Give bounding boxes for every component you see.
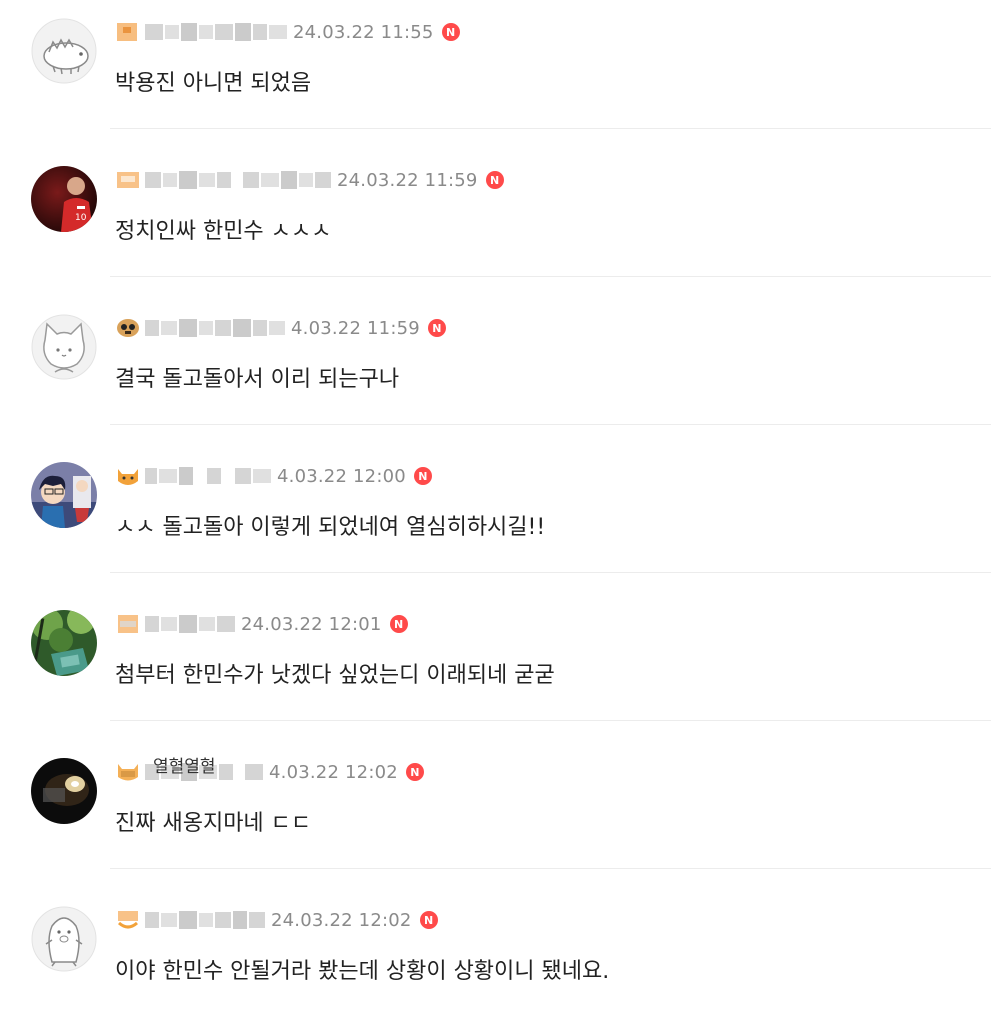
dragon-avatar[interactable] <box>31 18 97 84</box>
comment-item: 열혈열혈 4.03.22 12:02 N 진짜 새옹지마네 ㄷㄷ <box>0 740 991 888</box>
author-name-blurred[interactable] <box>145 613 237 635</box>
divider <box>110 276 991 277</box>
comment-meta: 4.03.22 12:00 N <box>115 463 432 489</box>
comment-item: 10 24.03.22 11:59 N 정치인싸 한민수 ㅅㅅㅅ <box>0 148 991 296</box>
new-badge: N <box>413 467 432 485</box>
comment-timestamp: 4.03.22 11:59 <box>291 317 420 339</box>
divider <box>110 128 991 129</box>
comment-timestamp: 4.03.22 12:02 <box>269 761 398 783</box>
comment-meta: 열혈열혈 4.03.22 12:02 N <box>115 757 424 785</box>
comment-item: 4.03.22 12:00 N ㅅㅅ 돌고돌아 이렇게 되었네여 열심히하시길!… <box>0 444 991 592</box>
penguin-avatar[interactable] <box>31 906 97 972</box>
comment-meta: 24.03.22 12:02 N <box>115 907 438 933</box>
orange-square-icon <box>117 172 139 188</box>
soccer-player-avatar[interactable]: 10 <box>31 166 97 232</box>
cat-face-icon <box>118 469 138 485</box>
author-name-blurred[interactable] <box>145 169 333 191</box>
dark-photo-avatar[interactable] <box>31 758 97 824</box>
comment-text: 박용진 아니면 되었음 <box>115 71 312 96</box>
new-badge: N <box>389 615 408 633</box>
comment-text: 정치인싸 한민수 ㅅㅅㅅ <box>115 219 332 244</box>
comment-meta: 4.03.22 11:59 N <box>115 315 446 341</box>
orange-square-icon <box>118 615 138 633</box>
author-name-partial: 열혈열혈 <box>153 757 216 777</box>
author-name-blurred[interactable] <box>145 21 289 43</box>
face-icon <box>117 319 139 337</box>
green-photo-avatar[interactable] <box>31 610 97 676</box>
author-name-blurred[interactable] <box>145 465 273 487</box>
comment-timestamp: 24.03.22 12:02 <box>271 909 412 931</box>
comment-item: 24.03.22 11:55 N 박용진 아니면 되었음 <box>0 0 991 148</box>
comment-text: ㅅㅅ 돌고돌아 이렇게 되었네여 열심히하시길!! <box>115 515 546 540</box>
cat-face-icon <box>118 764 138 781</box>
new-badge: N <box>419 911 438 929</box>
comment-meta: 24.03.22 11:59 N <box>115 167 504 193</box>
divider <box>110 720 991 721</box>
divider <box>110 424 991 425</box>
svg-text:10: 10 <box>75 213 87 223</box>
new-badge: N <box>485 171 504 189</box>
comment-item: 24.03.22 12:01 N 첨부터 한민수가 낫겠다 싶었는디 이래되네 … <box>0 592 991 740</box>
cat-avatar[interactable] <box>31 314 97 380</box>
comment-item: 24.03.22 12:02 N 이야 한민수 안될거라 봤는데 상황이 상황이… <box>0 888 991 1036</box>
comment-timestamp: 4.03.22 12:00 <box>277 465 406 487</box>
comment-text: 첨부터 한민수가 낫겠다 싶었는디 이래되네 굳굳 <box>115 663 555 688</box>
comment-timestamp: 24.03.22 11:59 <box>337 169 478 191</box>
author-name-blurred[interactable] <box>145 317 287 339</box>
comment-meta: 24.03.22 12:01 N <box>115 611 408 637</box>
author-name-blurred[interactable]: 열혈열혈 <box>145 757 265 783</box>
orange-smile-icon <box>118 911 138 929</box>
comment-item: 4.03.22 11:59 N 결국 돌고돌아서 이리 되는구나 <box>0 296 991 444</box>
new-badge: N <box>405 763 424 781</box>
divider <box>110 868 991 869</box>
author-name-blurred[interactable] <box>145 909 267 931</box>
comment-text: 이야 한민수 안될거라 봤는데 상황이 상황이니 됐네요. <box>115 959 610 984</box>
comment-text: 진짜 새옹지마네 ㄷㄷ <box>115 811 312 836</box>
anime-avatar[interactable] <box>31 462 97 528</box>
divider <box>110 572 991 573</box>
new-badge: N <box>441 23 460 41</box>
new-badge: N <box>427 319 446 337</box>
comment-meta: 24.03.22 11:55 N <box>115 19 460 45</box>
comment-text: 결국 돌고돌아서 이리 되는구나 <box>115 367 400 392</box>
orange-square-icon <box>117 23 137 41</box>
comment-timestamp: 24.03.22 12:01 <box>241 613 382 635</box>
comment-timestamp: 24.03.22 11:55 <box>293 21 434 43</box>
